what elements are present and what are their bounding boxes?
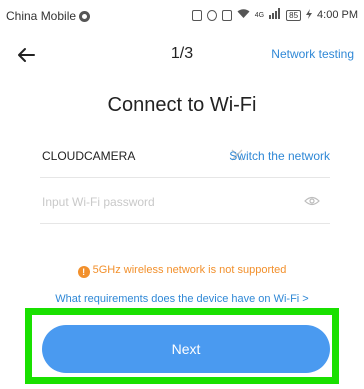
alarm-icon [206,9,217,21]
page-title: Connect to Wi-Fi [107,94,257,116]
battery-icon: 85 [286,9,302,21]
wifi-ssid: CLOUDCAMERA [42,149,136,163]
cell-signal-icon [269,8,281,22]
network-testing-link[interactable]: Network testing [271,47,354,61]
carrier-name: China Mobile [6,9,77,23]
frequency-warning: ! 5GHz wireless network is not supported [0,264,364,278]
status-bar: China Mobile 4G 85 4:00 PM [0,0,364,32]
warning-icon: ! [77,266,90,278]
wifi-password-row [40,183,330,224]
warning-text: 5GHz wireless network is not supported [92,264,287,276]
show-password-icon[interactable] [304,195,320,207]
switch-network-link[interactable]: Switch the network [229,149,330,163]
header: 1/3 Network testing [0,40,364,70]
next-button[interactable]: Next [42,325,330,373]
wifi-signal-icon [237,8,250,22]
charging-icon [306,8,313,22]
nfc-icon [221,9,232,21]
wifi-password-input[interactable] [40,191,284,213]
carrier-status-icon [79,10,91,22]
wifi-requirements-link[interactable]: What requirements does the device have o… [0,293,364,305]
network-type-label: 4G [254,11,265,19]
vibrate-icon [191,9,202,21]
connect-wifi-screen: China Mobile 4G 85 4:00 PM 1/3 Network t… [0,0,364,389]
clock: 4:00 PM [317,9,358,21]
wifi-ssid-row: CLOUDCAMERA Switch the network [40,137,330,178]
